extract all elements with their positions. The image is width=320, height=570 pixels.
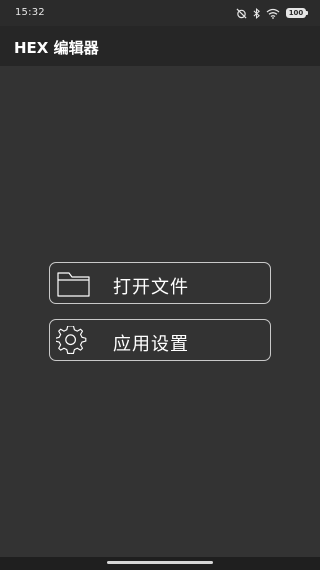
wifi-icon	[266, 8, 280, 19]
battery-icon: 100	[286, 8, 308, 18]
status-icons: 100	[236, 6, 308, 20]
gear-icon	[54, 325, 92, 356]
app-bar: HEX 编辑器	[0, 26, 320, 66]
status-time: 15:32	[15, 7, 45, 18]
alarm-off-icon	[236, 7, 247, 19]
folder-icon	[56, 269, 92, 299]
navigation-bar	[0, 557, 320, 570]
app-settings-label: 应用设置	[113, 334, 189, 355]
app-title: HEX 编辑器	[14, 39, 99, 57]
app-screen: 15:32 100 HEX 编辑器 打开文件 应用设置	[0, 0, 320, 570]
app-settings-button[interactable]: 应用设置	[49, 319, 271, 361]
open-file-button[interactable]: 打开文件	[49, 262, 271, 304]
bluetooth-icon	[253, 7, 260, 19]
status-bar: 15:32 100	[0, 0, 320, 26]
open-file-label: 打开文件	[113, 277, 189, 298]
home-indicator[interactable]	[107, 561, 213, 564]
